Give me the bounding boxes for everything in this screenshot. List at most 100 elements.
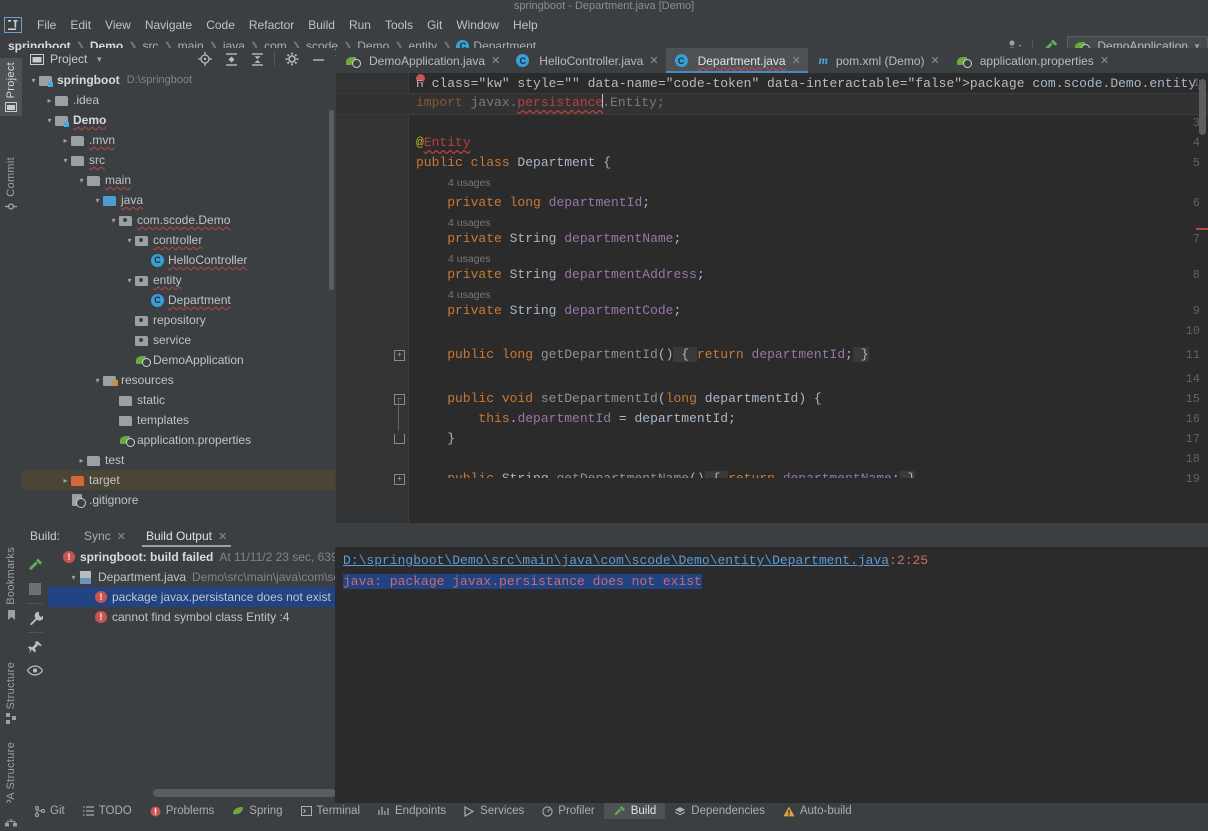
tree-item-department[interactable]: CDepartment	[22, 290, 335, 310]
fold-collapse-icon[interactable]: −	[394, 389, 405, 409]
menu-window[interactable]: Window	[449, 18, 506, 32]
tree-item-src[interactable]: ▾src	[22, 150, 335, 170]
close-icon[interactable]: ✕	[117, 530, 126, 543]
build-output-row[interactable]: !package javax.persistance does not exis…	[48, 587, 335, 607]
collapse-all-icon[interactable]	[244, 47, 270, 71]
settings-wrench-icon[interactable]	[23, 606, 47, 630]
chevron-down-icon[interactable]: ▾	[28, 75, 39, 86]
editor-tab-application-properties[interactable]: application.properties✕	[947, 48, 1116, 73]
bottom-bar-item-git[interactable]: Git	[26, 803, 74, 819]
tree-item-springboot[interactable]: ▾springbootD:\springboot	[22, 70, 335, 90]
chevron-down-icon[interactable]: ▾	[92, 195, 103, 206]
menu-run[interactable]: Run	[342, 18, 378, 32]
close-icon[interactable]: ✕	[931, 54, 940, 67]
bottom-bar-item-spring[interactable]: Spring	[223, 803, 291, 819]
close-icon[interactable]: ✕	[792, 54, 801, 67]
sidebar-item-structure[interactable]: Structure	[0, 658, 22, 728]
chevron-down-icon[interactable]: ▾	[76, 175, 87, 186]
close-icon[interactable]: ✕	[218, 530, 227, 543]
tree-item-hellocontroller[interactable]: CHelloController	[22, 250, 335, 270]
bottom-bar-item-profiler[interactable]: Profiler	[533, 803, 603, 819]
tree-item-demoapplication[interactable]: DemoApplication	[22, 350, 335, 370]
tree-item--idea[interactable]: ▸.idea	[22, 90, 335, 110]
fold-expand-icon[interactable]: +	[394, 345, 405, 365]
usages-label[interactable]: 4 usages	[416, 217, 491, 229]
chevron-down-icon[interactable]: ▾	[60, 155, 71, 166]
build-output-tree[interactable]: !springboot: build failedAt 11/11/2 23 s…	[48, 547, 335, 803]
tree-item--mvn[interactable]: ▸.mvn	[22, 130, 335, 150]
tree-item-main[interactable]: ▾main	[22, 170, 335, 190]
tree-item-java[interactable]: ▾java	[22, 190, 335, 210]
editor-tab-department-java[interactable]: CDepartment.java✕	[666, 48, 808, 73]
tree-item-test[interactable]: ▸test	[22, 450, 335, 470]
bottom-bar-item-problems[interactable]: Problems	[141, 803, 224, 819]
menu-tools[interactable]: Tools	[378, 18, 420, 32]
sidebar-item-project[interactable]: Project	[0, 58, 22, 116]
chevron-down-icon[interactable]: ▾	[124, 235, 135, 246]
code-text[interactable]: n class="kw" style="" data-name="code-to…	[416, 73, 1208, 523]
tree-item-target[interactable]: ▸target	[22, 470, 335, 490]
fold-expand-icon-2[interactable]: +	[394, 469, 405, 489]
bottom-bar-item-services[interactable]: Services	[455, 803, 533, 819]
bottom-bar-item-endpoints[interactable]: Endpoints	[369, 803, 455, 819]
build-tree-scrollbar[interactable]	[153, 789, 335, 797]
menu-view[interactable]: View	[98, 18, 138, 32]
menu-refactor[interactable]: Refactor	[242, 18, 301, 32]
usages-label[interactable]: 4 usages	[416, 289, 491, 301]
bottom-bar-item-terminal[interactable]: Terminal	[292, 803, 369, 819]
tree-item-entity[interactable]: ▾entity	[22, 270, 335, 290]
project-tree[interactable]: ▾springbootD:\springboot▸.idea▾Demo▸.mvn…	[22, 70, 335, 523]
build-output-row[interactable]: !springboot: build failedAt 11/11/2 23 s…	[48, 547, 335, 567]
pin-icon[interactable]	[23, 635, 47, 659]
menu-navigate[interactable]: Navigate	[138, 18, 199, 32]
tree-scrollbar[interactable]	[329, 110, 334, 290]
build-output-row[interactable]: !cannot find symbol class Entity :4	[48, 607, 335, 627]
menu-code[interactable]: Code	[199, 18, 242, 32]
chevron-down-icon[interactable]: ▾	[124, 275, 135, 286]
bottom-bar-item-auto-build[interactable]: Auto-build	[774, 803, 861, 819]
tree-item-service[interactable]: service	[22, 330, 335, 350]
tree-item-resources[interactable]: ▾resources	[22, 370, 335, 390]
close-icon[interactable]: ✕	[1100, 54, 1109, 67]
rerun-hammer-icon[interactable]	[23, 553, 47, 577]
code-editor[interactable]: 1234567891011141516171819 + − + n class=…	[336, 73, 1208, 523]
usages-label[interactable]: 4 usages	[416, 177, 491, 189]
chevron-right-icon[interactable]: ▸	[44, 95, 55, 106]
chevron-right-icon[interactable]: ▸	[60, 475, 71, 486]
editor-tab-pom-xml-demo-[interactable]: mpom.xml (Demo)✕	[808, 48, 947, 73]
expand-all-icon[interactable]	[218, 47, 244, 71]
editor-tab-demoapplication-java[interactable]: DemoApplication.java✕	[336, 48, 507, 73]
editor-vertical-scrollbar[interactable]	[1199, 79, 1206, 135]
close-icon[interactable]: ✕	[649, 54, 658, 67]
locate-icon[interactable]	[192, 47, 218, 71]
sidebar-item-commit[interactable]: Commit	[0, 153, 22, 216]
chevron-down-icon[interactable]: ▾	[92, 375, 103, 386]
chevron-down-icon[interactable]: ▼	[95, 55, 103, 64]
chevron-down-icon[interactable]: ▾	[44, 115, 55, 126]
tab-build-output[interactable]: Build Output ✕	[136, 525, 237, 547]
usages-label[interactable]: 4 usages	[416, 253, 491, 265]
stop-icon[interactable]	[23, 577, 47, 601]
tree-item--gitignore[interactable]: .gitignore	[22, 490, 335, 510]
tree-item-repository[interactable]: repository	[22, 310, 335, 330]
tree-item-com-scode-demo[interactable]: ▾com.scode.Demo	[22, 210, 335, 230]
bottom-bar-item-dependencies[interactable]: Dependencies	[665, 803, 774, 819]
menu-git[interactable]: Git	[420, 18, 449, 32]
bottom-bar-item-todo[interactable]: TODO	[74, 803, 141, 819]
intention-bulb-icon[interactable]: n class="kw" style="" data-name="code-to…	[416, 74, 425, 83]
fold-end-icon[interactable]	[394, 429, 405, 449]
minimize-icon[interactable]	[305, 47, 331, 71]
build-console[interactable]: D:\springboot\Demo\src\main\java\com\sco…	[335, 547, 1208, 803]
sidebar-item-bookmarks[interactable]: Bookmarks	[0, 543, 22, 625]
tree-item-demo[interactable]: ▾Demo	[22, 110, 335, 130]
eye-icon[interactable]	[23, 659, 47, 683]
tree-item-static[interactable]: static	[22, 390, 335, 410]
chevron-down-icon[interactable]: ▾	[68, 572, 79, 583]
gear-icon[interactable]	[279, 47, 305, 71]
editor-tab-hellocontroller-java[interactable]: CHelloController.java✕	[507, 48, 665, 73]
menu-build[interactable]: Build	[301, 18, 342, 32]
chevron-down-icon[interactable]: ▾	[108, 215, 119, 226]
tree-item-application-properties[interactable]: application.properties	[22, 430, 335, 450]
bottom-bar-item-build[interactable]: Build	[604, 803, 666, 819]
tree-item-controller[interactable]: ▾controller	[22, 230, 335, 250]
